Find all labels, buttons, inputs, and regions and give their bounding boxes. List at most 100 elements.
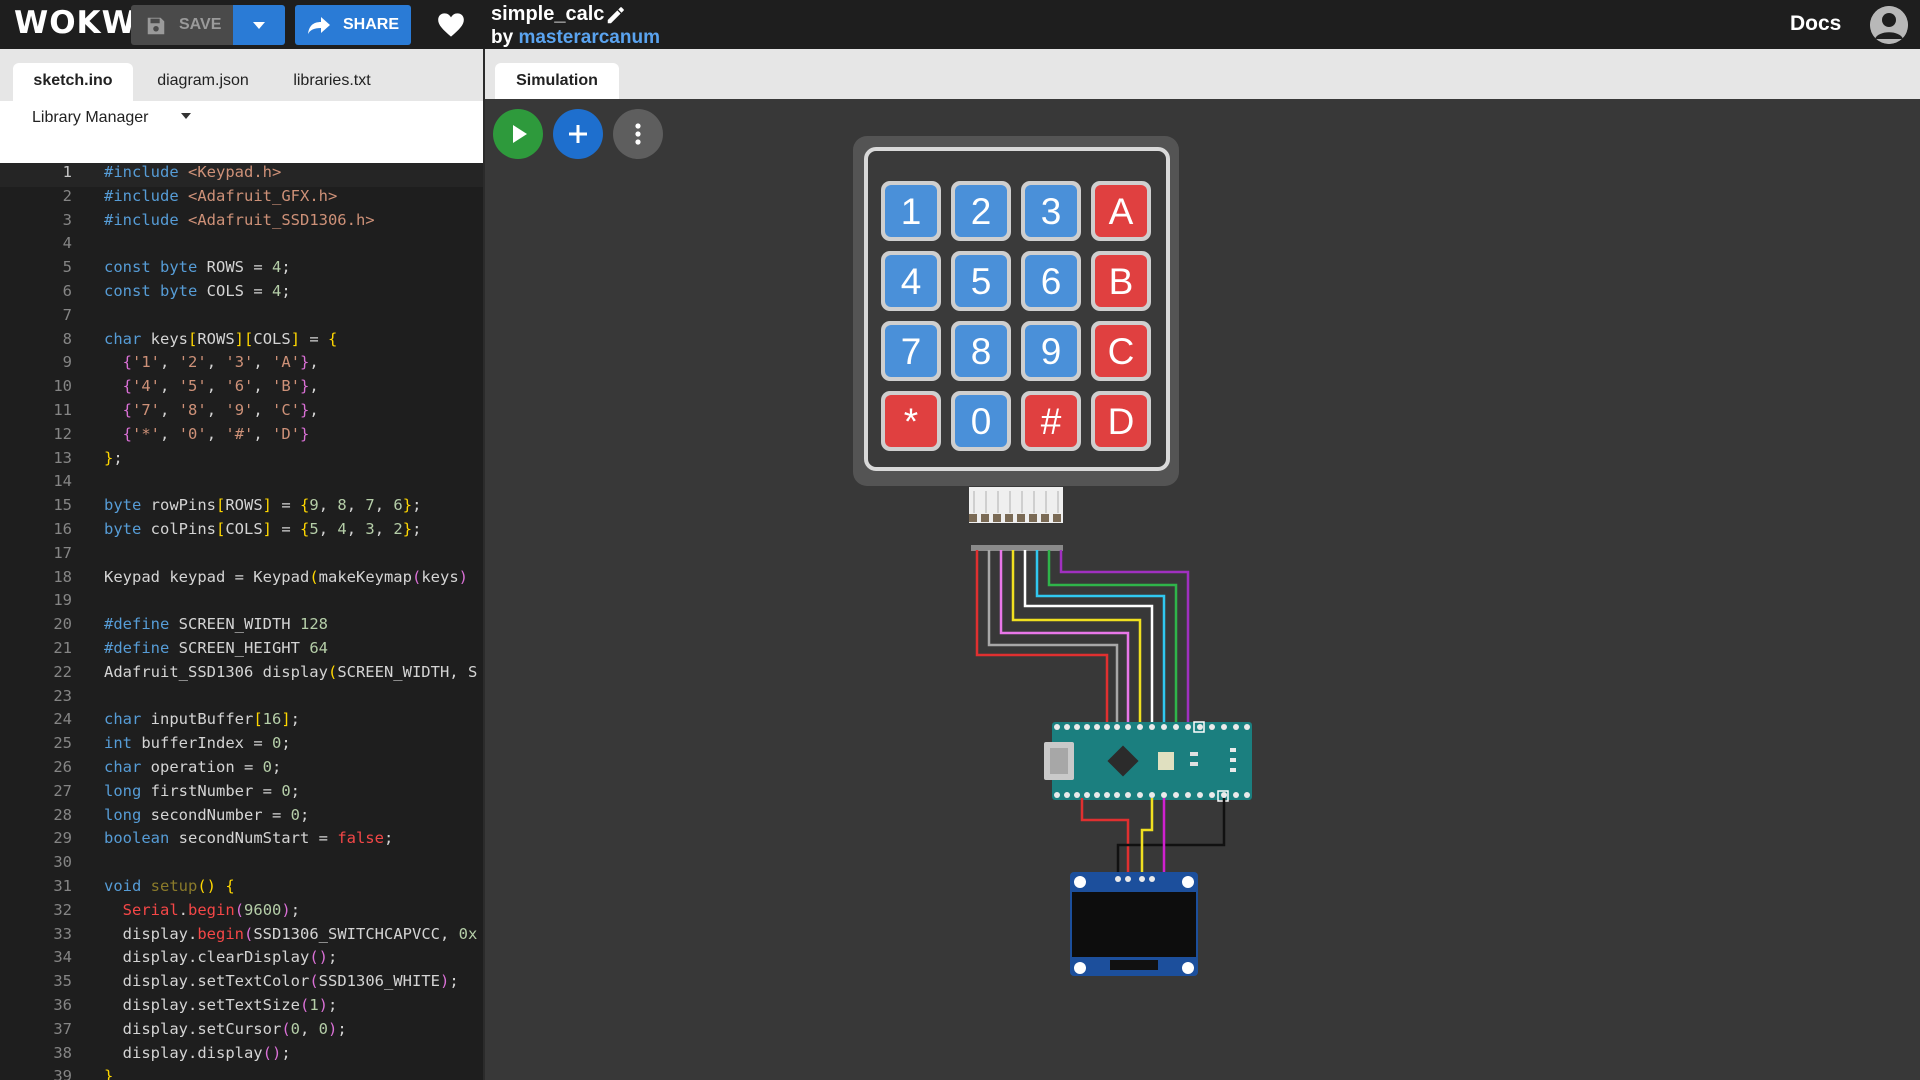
code-line[interactable]: 29 boolean secondNumStart = false; xyxy=(0,829,483,853)
code-line[interactable]: 36 display.setTextSize(1); xyxy=(0,996,483,1020)
code-line[interactable]: 19 xyxy=(0,591,483,615)
keypad-key[interactable]: * xyxy=(881,391,941,451)
docs-link[interactable]: Docs xyxy=(1790,12,1841,36)
code-line[interactable]: 8 char keys[ROWS][COLS] = { xyxy=(0,330,483,354)
code-line[interactable]: 32 Serial.begin(9600); xyxy=(0,901,483,925)
keypad-key-label: B xyxy=(1109,261,1134,302)
keypad-key[interactable]: # xyxy=(1021,391,1081,451)
code-line[interactable]: 37 display.setCursor(0, 0); xyxy=(0,1020,483,1044)
keypad-key[interactable]: 9 xyxy=(1021,321,1081,381)
keypad-wires[interactable] xyxy=(975,550,1190,725)
code-line[interactable]: 7 xyxy=(0,306,483,330)
caret-down-icon xyxy=(253,22,265,29)
share-label: SHARE xyxy=(343,16,400,33)
tab-diagram-json[interactable]: diagram.json xyxy=(143,63,263,101)
save-options-dropdown[interactable] xyxy=(233,5,285,45)
code-line[interactable]: 3 #include <Adafruit_SSD1306.h> xyxy=(0,211,483,235)
heart-icon[interactable] xyxy=(437,12,465,38)
save-button[interactable]: SAVE xyxy=(131,5,233,45)
code-line[interactable]: 12 {'*', '0', '#', 'D'} xyxy=(0,425,483,449)
code-line[interactable]: 9 {'1', '2', '3', 'A'}, xyxy=(0,353,483,377)
keypad-key-label: # xyxy=(1041,401,1062,442)
library-manager-bar[interactable]: Library Manager xyxy=(0,101,483,132)
code-line[interactable]: 17 xyxy=(0,544,483,568)
user-circle-icon[interactable] xyxy=(1870,6,1908,44)
code-line[interactable]: 1 #include <Keypad.h> xyxy=(0,163,483,187)
code-line[interactable]: 4 xyxy=(0,234,483,258)
code-line[interactable]: 2 #include <Adafruit_GFX.h> xyxy=(0,187,483,211)
keypad-key-label: 0 xyxy=(971,401,992,442)
editor-toolbar-gap xyxy=(0,132,483,163)
by-prefix: by xyxy=(491,27,519,48)
code-line[interactable]: 28 long secondNumber = 0; xyxy=(0,806,483,830)
code-line[interactable]: 25 int bufferIndex = 0; xyxy=(0,734,483,758)
code-line[interactable]: 21 #define SCREEN_HEIGHT 64 xyxy=(0,639,483,663)
keypad-key-label: 4 xyxy=(901,261,922,302)
keypad-key[interactable]: D xyxy=(1091,391,1151,451)
code-line[interactable]: 22 Adafruit_SSD1306 display(SCREEN_WIDTH,… xyxy=(0,663,483,687)
code-line[interactable]: 38 display.display(); xyxy=(0,1044,483,1068)
keypad-key[interactable]: 2 xyxy=(951,181,1011,241)
code-line[interactable]: 34 display.clearDisplay(); xyxy=(0,948,483,972)
keypad-key-label: 3 xyxy=(1041,191,1062,232)
keypad-key[interactable]: 4 xyxy=(881,251,941,311)
arduino-nano[interactable] xyxy=(1044,721,1252,802)
tab-simulation[interactable]: Simulation xyxy=(495,63,619,99)
code-line[interactable]: 10 {'4', '5', '6', 'B'}, xyxy=(0,377,483,401)
keypad-key-label: 5 xyxy=(971,261,992,302)
code-line[interactable]: 35 display.setTextColor(SSD1306_WHITE); xyxy=(0,972,483,996)
code-line[interactable]: 27 long firstNumber = 0; xyxy=(0,782,483,806)
keypad-key[interactable]: 0 xyxy=(951,391,1011,451)
author-link[interactable]: masterarcanum xyxy=(518,27,660,48)
keypad-key[interactable]: 6 xyxy=(1021,251,1081,311)
code-line[interactable]: 30 xyxy=(0,853,483,877)
share-arrow-icon xyxy=(308,17,330,34)
code-line[interactable]: 11 {'7', '8', '9', 'C'}, xyxy=(0,401,483,425)
code-line[interactable]: 5 const byte ROWS = 4; xyxy=(0,258,483,282)
keypad-key-label: C xyxy=(1108,331,1135,372)
file-tabs: sketch.ino diagram.json libraries.txt xyxy=(0,49,483,101)
keypad-key[interactable]: 7 xyxy=(881,321,941,381)
code-line[interactable]: 13}; xyxy=(0,449,483,473)
keypad-key-label: A xyxy=(1109,191,1134,232)
keypad-key[interactable]: B xyxy=(1091,251,1151,311)
keypad-key[interactable]: 8 xyxy=(951,321,1011,381)
tab-libraries-txt[interactable]: libraries.txt xyxy=(277,63,387,101)
project-author: by masterarcanum xyxy=(491,27,660,49)
code-line[interactable]: 6 const byte COLS = 4; xyxy=(0,282,483,306)
keypad-key[interactable]: 5 xyxy=(951,251,1011,311)
code-line[interactable]: 20 #define SCREEN_WIDTH 128 xyxy=(0,615,483,639)
pencil-icon[interactable] xyxy=(605,4,627,26)
keypad-key[interactable]: 1 xyxy=(881,181,941,241)
keypad-key-label: 7 xyxy=(901,331,922,372)
top-bar: WOKWi SAVE SHARE simple_calc by masterar… xyxy=(0,0,1920,49)
oled-display-ssd1306[interactable] xyxy=(1070,872,1198,976)
save-label: SAVE xyxy=(179,16,222,33)
code-line[interactable]: 16 byte colPins[COLS] = {5, 4, 3, 2}; xyxy=(0,520,483,544)
code-line[interactable]: 15 byte rowPins[ROWS] = {9, 8, 7, 6}; xyxy=(0,496,483,520)
tab-sketch-ino[interactable]: sketch.ino xyxy=(13,63,133,101)
library-manager-label: Library Manager xyxy=(32,109,149,126)
keypad-key-label: 1 xyxy=(901,191,922,232)
code-editor[interactable]: 1 #include <Keypad.h> 2 #include <Adafruit… xyxy=(0,163,483,1080)
code-line[interactable]: 33 display.begin(SSD1306_SWITCHCAPVCC, 0… xyxy=(0,925,483,949)
wokwi-logo[interactable]: WOKWi xyxy=(14,5,148,41)
keypad-key[interactable]: A xyxy=(1091,181,1151,241)
keypad-key[interactable]: 3 xyxy=(1021,181,1081,241)
keypad-4x4[interactable]: 1 2 3 A 4 5 6 B 7 8 9 C * 0 # D xyxy=(853,136,1179,486)
code-line[interactable]: 14 xyxy=(0,472,483,496)
code-line[interactable]: 23 xyxy=(0,687,483,711)
code-line[interactable]: 31 void setup() { xyxy=(0,877,483,901)
oled-wires[interactable] xyxy=(1080,798,1226,880)
share-button[interactable]: SHARE xyxy=(295,5,411,45)
code-line[interactable]: 18 Keypad keypad = Keypad(makeKeymap(keys… xyxy=(0,568,483,592)
project-title: simple_calc xyxy=(491,3,605,25)
circuit-diagram: 1 2 3 A 4 5 6 B 7 8 9 C * 0 # D xyxy=(853,136,1252,976)
keypad-connector xyxy=(969,487,1063,551)
code-line[interactable]: 26 char operation = 0; xyxy=(0,758,483,782)
code-line[interactable]: 39} xyxy=(0,1067,483,1080)
simulation-header: Simulation xyxy=(485,49,1920,99)
caret-down-icon xyxy=(181,113,191,119)
code-line[interactable]: 24 char inputBuffer[16]; xyxy=(0,710,483,734)
keypad-key[interactable]: C xyxy=(1091,321,1151,381)
